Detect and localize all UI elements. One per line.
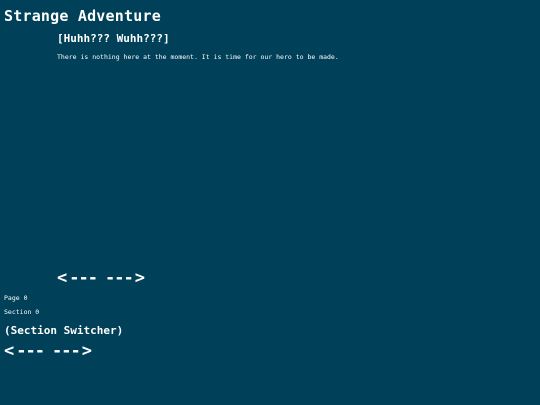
- section-navigator: < --- --- >: [4, 343, 92, 360]
- page-nav-dashes-left: ---: [69, 268, 98, 288]
- page-title: Strange Adventure: [4, 7, 161, 25]
- next-page-button[interactable]: >: [135, 270, 145, 287]
- prev-section-button[interactable]: <: [4, 343, 14, 360]
- content-heading: [Huhh??? Wuhh???]: [57, 32, 170, 45]
- content-message: There is nothing here at the moment. It …: [57, 53, 339, 61]
- section-nav-dashes-right: ---: [51, 341, 81, 361]
- section-switcher-title: (Section Switcher): [4, 324, 124, 337]
- prev-page-button[interactable]: <: [57, 270, 67, 287]
- page-nav-dashes-right: ---: [104, 268, 134, 288]
- page-indicator: Page 0: [4, 294, 28, 302]
- next-section-button[interactable]: >: [82, 343, 92, 360]
- section-nav-dashes-left: ---: [16, 341, 45, 361]
- page-navigator: < --- --- >: [57, 270, 145, 287]
- section-indicator: Section 0: [4, 308, 40, 316]
